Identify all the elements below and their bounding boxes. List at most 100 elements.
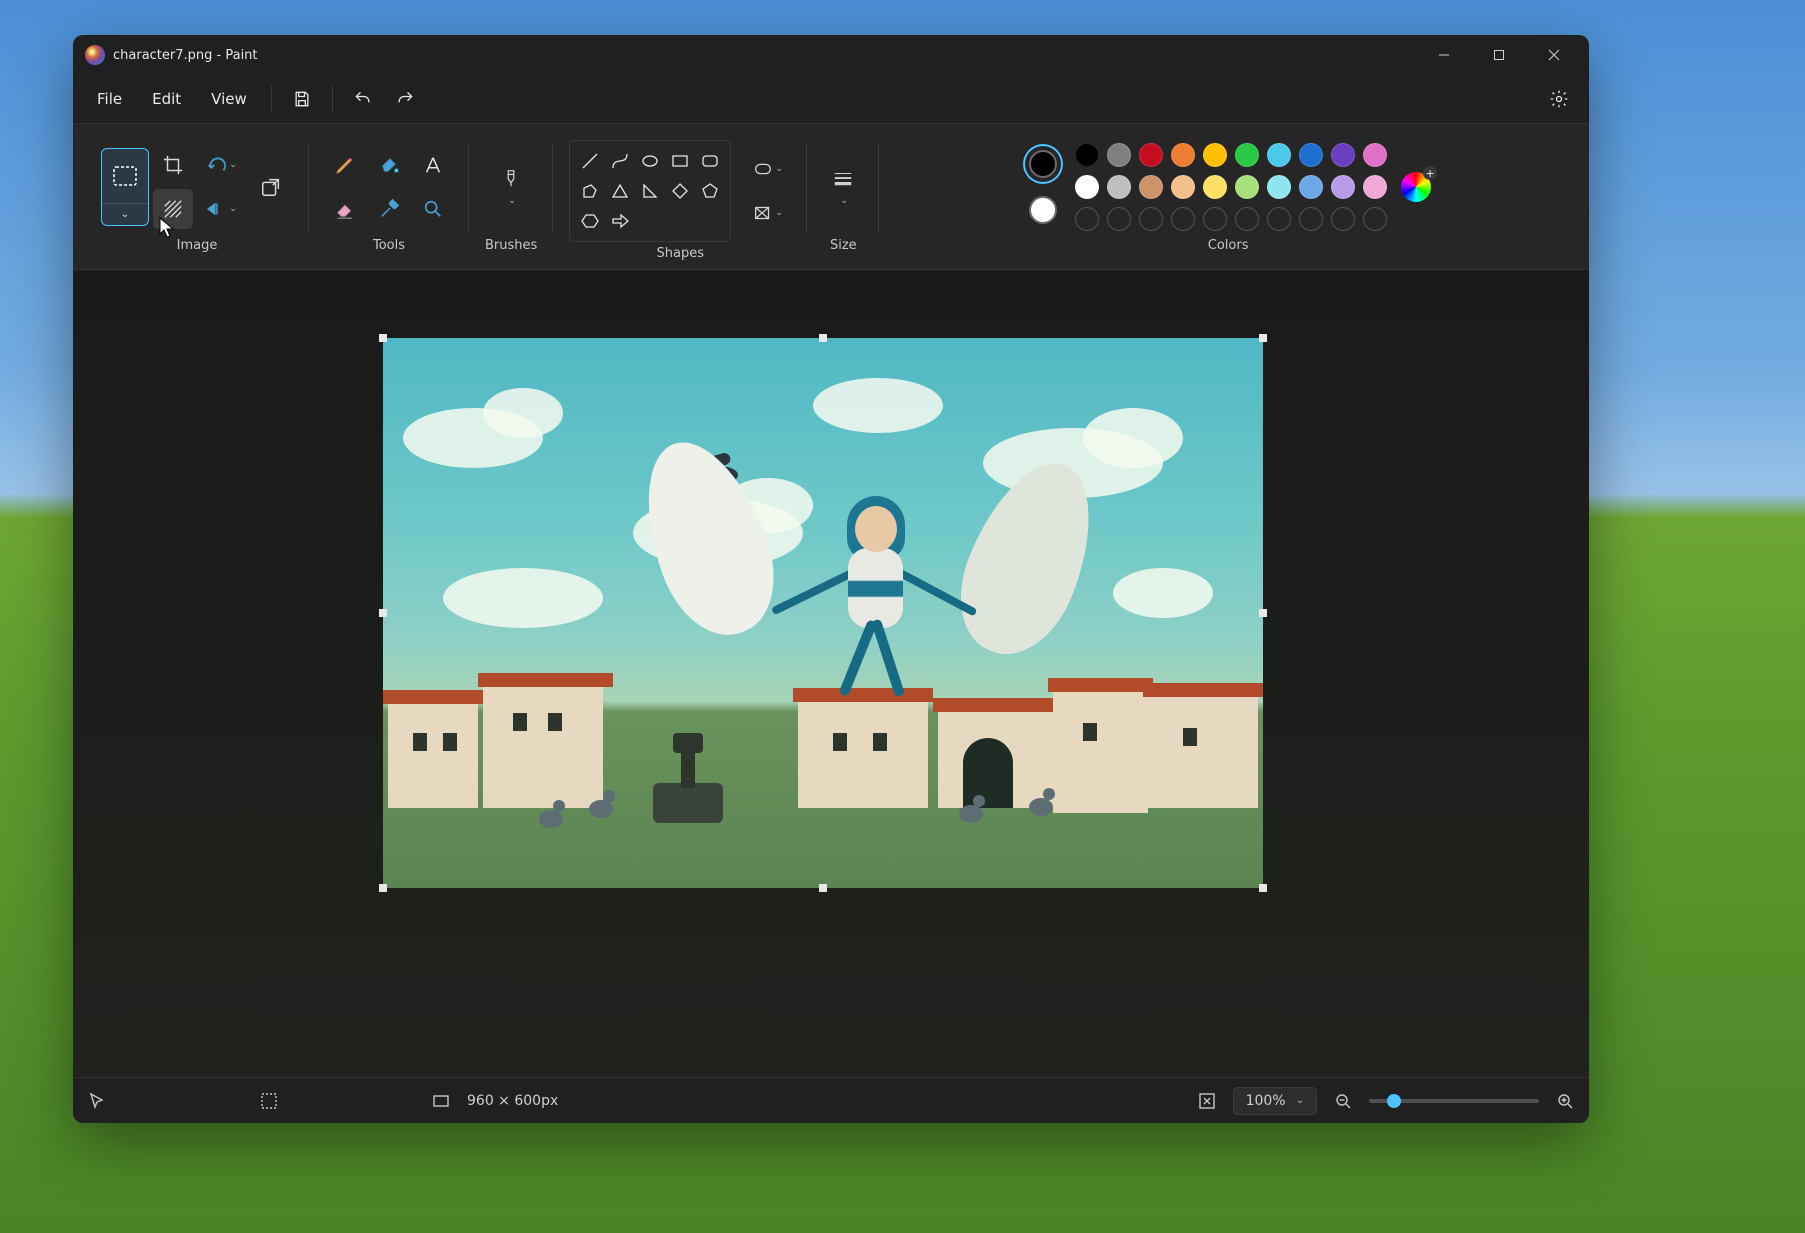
palette-swatch[interactable] xyxy=(1363,175,1387,199)
crop-button[interactable] xyxy=(153,145,193,185)
text-tool[interactable] xyxy=(413,145,453,185)
window-title: character7.png - Paint xyxy=(113,48,258,63)
shape-oval-icon[interactable] xyxy=(638,149,662,173)
palette-swatch[interactable] xyxy=(1075,175,1099,199)
ribbon-group-shapes: ⌄ ⌄ Shapes xyxy=(553,130,807,269)
pencil-tool[interactable] xyxy=(325,145,365,185)
image-canvas[interactable] xyxy=(383,338,1263,888)
palette-swatch-empty[interactable] xyxy=(1203,207,1227,231)
palette-swatch-empty[interactable] xyxy=(1139,207,1163,231)
minimize-button[interactable] xyxy=(1416,35,1471,75)
palette-swatch-empty[interactable] xyxy=(1235,207,1259,231)
shape-diamond-icon[interactable] xyxy=(668,179,692,203)
palette-swatch-empty[interactable] xyxy=(1299,207,1323,231)
zoom-out-button[interactable] xyxy=(1333,1091,1353,1111)
brushes-dropdown[interactable]: ⌄ xyxy=(491,147,531,227)
save-button[interactable] xyxy=(282,79,322,119)
palette-swatch[interactable] xyxy=(1203,143,1227,167)
palette-swatch[interactable] xyxy=(1331,143,1355,167)
zoom-slider[interactable] xyxy=(1369,1099,1539,1103)
mouse-cursor-icon xyxy=(159,217,175,239)
palette-swatch[interactable] xyxy=(1171,175,1195,199)
palette-swatch[interactable] xyxy=(1363,143,1387,167)
palette-swatch[interactable] xyxy=(1171,143,1195,167)
flip-button[interactable]: ⌄ xyxy=(197,189,245,229)
rotate-button[interactable]: ⌄ xyxy=(197,145,245,185)
palette-swatch[interactable] xyxy=(1267,143,1291,167)
palette-swatch-empty[interactable] xyxy=(1267,207,1291,231)
palette-swatch[interactable] xyxy=(1235,175,1259,199)
color-1-swatch[interactable] xyxy=(1025,146,1061,182)
zoom-in-button[interactable] xyxy=(1555,1091,1575,1111)
select-dropdown-icon[interactable]: ⌄ xyxy=(102,203,148,225)
shapes-gallery[interactable] xyxy=(569,140,731,242)
undo-button[interactable] xyxy=(343,79,383,119)
palette-swatch[interactable] xyxy=(1203,175,1227,199)
resize-handle-bl[interactable] xyxy=(379,884,387,892)
palette-swatch[interactable] xyxy=(1139,175,1163,199)
shape-right-triangle-icon[interactable] xyxy=(638,179,662,203)
zoom-slider-thumb[interactable] xyxy=(1387,1094,1401,1108)
image-group-label: Image xyxy=(177,238,218,253)
palette-swatch-empty[interactable] xyxy=(1075,207,1099,231)
menu-separator xyxy=(271,86,272,112)
cursor-position-icon xyxy=(87,1091,107,1111)
palette-swatch[interactable] xyxy=(1235,143,1259,167)
resize-handle-r[interactable] xyxy=(1259,609,1267,617)
shape-right-arrow-icon[interactable] xyxy=(608,209,632,233)
palette-swatch[interactable] xyxy=(1267,175,1291,199)
palette-swatch[interactable] xyxy=(1075,143,1099,167)
close-button[interactable] xyxy=(1526,35,1581,75)
ribbon-group-size: ⌄ Size xyxy=(807,130,879,269)
zoom-level-dropdown[interactable]: 100% ⌄ xyxy=(1233,1087,1317,1115)
palette-swatch-empty[interactable] xyxy=(1331,207,1355,231)
fill-tool[interactable] xyxy=(369,145,409,185)
resize-handle-t[interactable] xyxy=(819,334,827,342)
shape-line-icon[interactable] xyxy=(578,149,602,173)
shape-triangle-icon[interactable] xyxy=(608,179,632,203)
menu-edit[interactable]: Edit xyxy=(138,82,195,116)
settings-button[interactable] xyxy=(1539,79,1579,119)
palette-swatch[interactable] xyxy=(1299,175,1323,199)
resize-handle-tr[interactable] xyxy=(1259,334,1267,342)
shape-curve-icon[interactable] xyxy=(608,149,632,173)
menu-file[interactable]: File xyxy=(83,82,136,116)
select-tool[interactable]: ⌄ xyxy=(101,148,149,226)
eyedropper-tool[interactable] xyxy=(369,189,409,229)
resize-handle-br[interactable] xyxy=(1259,884,1267,892)
palette-swatch[interactable] xyxy=(1331,175,1355,199)
palette-swatch-empty[interactable] xyxy=(1107,207,1131,231)
palette-swatch[interactable] xyxy=(1107,175,1131,199)
palette-swatch[interactable] xyxy=(1107,143,1131,167)
edit-colors-button[interactable] xyxy=(1401,172,1431,202)
color-2-swatch[interactable] xyxy=(1025,192,1061,228)
redo-button[interactable] xyxy=(385,79,425,119)
eraser-tool[interactable] xyxy=(325,189,365,229)
ribbon-group-tools: Tools xyxy=(309,130,469,269)
shapes-group-label: Shapes xyxy=(657,246,704,261)
resize-image-button[interactable] xyxy=(249,147,293,227)
palette-swatch-empty[interactable] xyxy=(1171,207,1195,231)
shape-roundrect-icon[interactable] xyxy=(698,149,722,173)
resize-handle-b[interactable] xyxy=(819,884,827,892)
magnifier-tool[interactable] xyxy=(413,189,453,229)
size-dropdown[interactable]: ⌄ xyxy=(823,147,863,227)
shape-fill-dropdown[interactable]: ⌄ xyxy=(743,193,791,233)
shape-outline-dropdown[interactable]: ⌄ xyxy=(743,149,791,189)
resize-handle-l[interactable] xyxy=(379,609,387,617)
color-palette xyxy=(1075,143,1387,231)
palette-swatch-empty[interactable] xyxy=(1363,207,1387,231)
shape-pentagon-icon[interactable] xyxy=(698,179,722,203)
maximize-button[interactable] xyxy=(1471,35,1526,75)
palette-swatch[interactable] xyxy=(1139,143,1163,167)
canvas-area[interactable] xyxy=(73,270,1589,1077)
shape-hexagon-icon[interactable] xyxy=(578,209,602,233)
fit-to-window-button[interactable] xyxy=(1197,1091,1217,1111)
tools-group-label: Tools xyxy=(373,238,405,253)
palette-swatch[interactable] xyxy=(1299,143,1323,167)
resize-handle-tl[interactable] xyxy=(379,334,387,342)
status-bar: 960 × 600px 100% ⌄ xyxy=(73,1077,1589,1123)
shape-rect-icon[interactable] xyxy=(668,149,692,173)
menu-view[interactable]: View xyxy=(197,82,261,116)
shape-polygon-icon[interactable] xyxy=(578,179,602,203)
